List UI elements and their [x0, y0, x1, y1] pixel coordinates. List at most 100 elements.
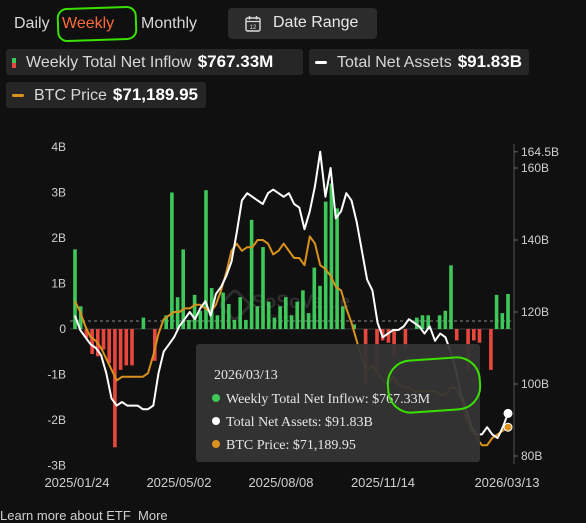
tooltip-date: 2026/03/13	[214, 368, 278, 383]
tooltip-assets-row: Total Net Assets: $91.83B	[212, 415, 373, 431]
inflow-bar	[437, 315, 442, 329]
footer-links: Learn more about ETF More	[0, 508, 168, 523]
tab-daily[interactable]: Daily	[14, 10, 50, 38]
tab-monthly[interactable]: Monthly	[141, 10, 197, 38]
inflow-bar	[506, 294, 510, 329]
x-axis-tick: 2025/05/02	[146, 475, 211, 490]
left-axis-tick: -2B	[47, 413, 66, 427]
svg-text:12: 12	[250, 25, 257, 31]
inflow-bar	[227, 304, 231, 329]
right-axis-tick: 100B	[521, 377, 549, 391]
inflow-bar	[477, 329, 482, 343]
right-axis-tick: 120B	[521, 305, 549, 319]
inflow-bar	[312, 267, 317, 329]
more-link[interactable]: More	[138, 508, 168, 523]
inflow-bar	[170, 192, 174, 329]
btc-legend-icon	[12, 94, 24, 98]
inflow-bar	[494, 294, 499, 329]
inflow-bar	[215, 315, 220, 329]
right-axis-tick: 140B	[521, 233, 549, 247]
tooltip-assets-label: Total Net Assets:	[226, 415, 322, 430]
inflow-bar	[198, 310, 203, 329]
x-axis-tick: 2025/11/14	[351, 475, 415, 490]
left-axis-tick: -1B	[47, 368, 66, 382]
inflow-bar	[266, 301, 271, 329]
inflow-bar	[386, 329, 391, 343]
stat-label: Weekly Total Net Inflow	[26, 54, 192, 71]
tooltip-inflow-value: $767.33M	[372, 392, 431, 407]
inflow-bar	[187, 319, 191, 329]
stat-value: $71,189.95	[112, 85, 198, 104]
inflow-bar	[341, 306, 345, 330]
inflow-bar	[141, 317, 146, 329]
stat-value: $91.83B	[457, 52, 522, 71]
x-axis-tick: 2026/03/13	[474, 475, 539, 490]
inflow-bar	[272, 317, 277, 329]
inflow-bar	[90, 329, 94, 354]
inflow-bar	[118, 329, 123, 370]
inflow-bar	[289, 315, 294, 329]
right-axis-tick: 164.5B	[521, 145, 559, 159]
inflow-bar	[221, 292, 225, 329]
inflow-bar	[113, 329, 117, 448]
left-axis-tick: 3B	[51, 186, 66, 200]
inflow-bar	[295, 301, 299, 329]
inflow-bar	[335, 208, 339, 329]
inflow-bar	[318, 285, 322, 329]
left-axis-tick: 4B	[51, 140, 66, 154]
inflow-bar	[489, 329, 493, 370]
x-axis-tick: 2025/08/08	[248, 475, 313, 490]
learn-more-link[interactable]: Learn more about ETF	[0, 508, 131, 523]
stat-value: $767.33M	[197, 52, 274, 71]
right-axis-tick: 160B	[521, 161, 549, 175]
inflow-bar	[301, 290, 305, 329]
inflow-bar	[284, 297, 288, 329]
x-axis-tick: 2025/01/24	[44, 475, 109, 490]
right-axis-tick: 80B	[521, 449, 542, 463]
left-axis-tick: 0	[59, 322, 66, 336]
total-assets-line-end-dot	[503, 408, 513, 418]
inflow-bar	[101, 329, 106, 350]
tab-weekly[interactable]: Weekly	[62, 10, 114, 38]
tooltip-assets-value: $91.83B	[324, 415, 373, 430]
tooltip-btc-value: $71,189.95	[292, 438, 356, 453]
chart-tooltip: 2026/03/13 Weekly Total Net Inflow: $767…	[196, 344, 480, 462]
inflow-bar	[420, 315, 425, 329]
inflow-bar	[472, 329, 476, 341]
date-range-label: Date Range	[273, 14, 359, 31]
inflow-bar	[449, 265, 453, 329]
left-axis-tick: 2B	[51, 231, 66, 245]
btc-price-line-end-dot	[503, 422, 513, 432]
inflow-bar	[130, 329, 134, 366]
inflow-bar	[443, 310, 448, 329]
calendar-icon: 12	[245, 15, 261, 37]
inflow-bar	[107, 329, 111, 364]
stat-total-assets: Total Net Assets $91.83B	[309, 49, 529, 75]
inflow-legend-icon	[12, 57, 16, 68]
inflow-bar	[175, 297, 180, 329]
left-axis-tick: 1B	[51, 277, 66, 291]
inflow-bar	[232, 319, 237, 329]
inflow-bar	[181, 249, 185, 329]
inflow-bar	[500, 313, 505, 329]
btc-dot-icon	[212, 440, 220, 448]
inflow-dot-icon	[212, 394, 220, 402]
inflow-bar	[124, 329, 129, 366]
stat-weekly-inflow: Weekly Total Net Inflow $767.33M	[6, 49, 303, 75]
inflow-bar	[329, 183, 334, 329]
stat-label: BTC Price	[34, 87, 107, 104]
stat-btc-price: BTC Price $71,189.95	[6, 82, 206, 108]
inflow-bar	[192, 294, 197, 329]
tooltip-btc-row: BTC Price: $71,189.95	[212, 438, 356, 454]
inflow-bar	[306, 313, 311, 329]
date-range-button[interactable]: 12 Date Range	[228, 8, 377, 39]
tooltip-inflow-row: Weekly Total Net Inflow: $767.33M	[212, 392, 430, 408]
inflow-bar	[454, 329, 459, 341]
inflow-bar	[255, 306, 260, 330]
inflow-bar	[238, 297, 242, 329]
assets-dot-icon	[212, 417, 220, 425]
inflow-bar	[278, 306, 282, 330]
inflow-bar	[323, 201, 328, 329]
left-axis-tick: -3B	[47, 459, 66, 473]
inflow-bar	[249, 219, 254, 329]
